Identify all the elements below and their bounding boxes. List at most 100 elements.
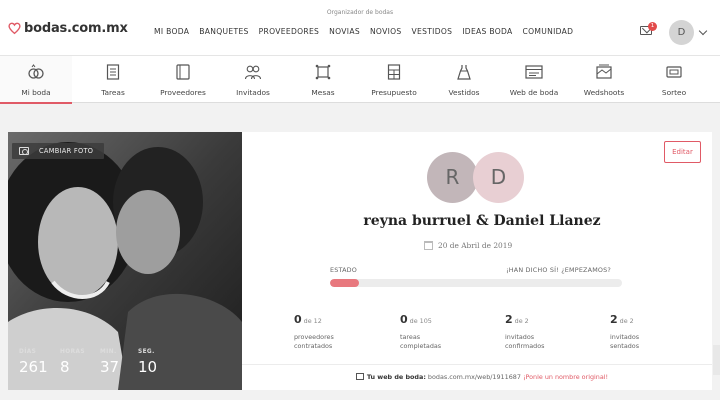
stat-desc: invitados [610, 333, 640, 341]
subnav-sorteo[interactable]: Sorteo [638, 56, 710, 103]
heart-logo-icon [8, 22, 21, 35]
subnav-label: Presupuesto [371, 88, 417, 97]
stat-desc: proveedores [294, 333, 334, 341]
countdown-minutes: MIN. 37 [100, 349, 119, 376]
stat-confirmados[interactable]: 2 de 2 invitados confirmados [505, 308, 585, 351]
initial-avatar-1: R [427, 152, 478, 203]
stat-desc: completadas [400, 342, 442, 350]
subnav-mesas[interactable]: Mesas [287, 56, 359, 103]
nav-novias[interactable]: NOVIAS [329, 27, 360, 36]
top-header: Organizador de bodas bodas.com.mx MI BOD… [0, 0, 720, 55]
subnav-presupuesto[interactable]: Presupuesto [358, 56, 430, 103]
countdown-hours: HORAS 8 [60, 349, 85, 376]
photos-icon [596, 64, 612, 79]
dress-icon [457, 65, 471, 80]
stat-desc: contratados [294, 342, 333, 350]
avatar[interactable]: D [669, 20, 694, 45]
table-icon [315, 64, 331, 80]
book-icon [176, 64, 190, 80]
countdown-value: 261 [19, 358, 48, 376]
stat-desc: confirmados [505, 342, 545, 350]
initial-avatar-2: D [473, 152, 524, 203]
checklist-icon [106, 64, 120, 80]
subnav-label: Mi boda [21, 88, 51, 97]
countdown-seconds: SEG. 10 [138, 349, 157, 376]
stat-value: 2 [505, 313, 513, 326]
countdown-days: DÍAS 261 [19, 349, 48, 376]
nav-mi-boda[interactable]: MI BODA [154, 27, 189, 36]
main-nav: MI BODA BANQUETES PROVEEDORES NOVIAS NOV… [154, 27, 583, 36]
status-label: ESTADO [330, 266, 358, 274]
subnav-label: Vestidos [448, 88, 480, 97]
web-label: Tu web de boda: [366, 373, 426, 381]
web-icon [525, 65, 543, 79]
stat-total: de 105 [409, 317, 432, 325]
divider [242, 364, 712, 365]
stat-sentados[interactable]: 2 de 2 invitados sentados [610, 308, 690, 351]
scrollbar[interactable] [713, 345, 720, 375]
progress-bar-fill [330, 279, 360, 287]
stat-total: de 2 [514, 317, 529, 325]
calendar-icon [424, 241, 433, 250]
stat-value: 0 [400, 313, 408, 326]
countdown-label: DÍAS [19, 349, 37, 355]
notification-badge: 1 [648, 22, 657, 31]
subnav-label: Sorteo [661, 88, 687, 97]
edit-button[interactable]: Editar [664, 141, 701, 163]
countdown-value: 10 [138, 358, 158, 376]
stat-desc: sentados [610, 342, 640, 350]
countdown-value: 37 [100, 358, 120, 376]
ticket-icon [666, 66, 682, 78]
subnav-wedshoots[interactable]: Wedshoots [568, 56, 640, 103]
stat-total: de 2 [619, 317, 634, 325]
nav-banquetes[interactable]: BANQUETES [199, 27, 248, 36]
stat-total: de 12 [303, 317, 322, 325]
logo-text: bodas.com.mx [24, 21, 128, 36]
chevron-down-icon[interactable] [698, 26, 708, 36]
stat-desc: tareas [400, 333, 421, 341]
change-photo-button[interactable]: CAMBIAR FOTO [12, 143, 104, 159]
stat-proveedores[interactable]: 0 de 12 proveedores contratados [294, 308, 374, 351]
web-name-cta[interactable]: ¡Ponle un nombre original! [523, 373, 608, 381]
nav-novios[interactable]: NOVIOS [370, 27, 402, 36]
countdown-label: SEG. [138, 349, 155, 355]
tagline: Organizador de bodas [326, 9, 394, 16]
nav-proveedores[interactable]: PROVEEDORES [259, 27, 320, 36]
web-icon [355, 373, 364, 380]
guests-icon [244, 65, 262, 80]
stat-tareas[interactable]: 0 de 105 tareas completadas [400, 308, 480, 351]
subnav-tareas[interactable]: Tareas [77, 56, 149, 103]
subnav-label: Mesas [311, 88, 335, 97]
subnav-vestidos[interactable]: Vestidos [428, 56, 500, 103]
subnav-label: Web de boda [509, 88, 559, 97]
countdown-label: HORAS [60, 349, 85, 355]
stat-value: 2 [610, 313, 618, 326]
stat-value: 0 [294, 313, 302, 326]
subnav-label: Invitados [236, 88, 270, 97]
nav-vestidos[interactable]: VESTIDOS [412, 27, 453, 36]
wedding-web-link: Tu web de boda: bodas.com.mx/web/1911687… [242, 373, 720, 381]
subnav-mi-boda[interactable]: Mi boda [0, 56, 72, 104]
subnav-label: Proveedores [160, 88, 206, 97]
logo[interactable]: bodas.com.mx [8, 21, 128, 36]
web-url[interactable]: bodas.com.mx/web/1911687 [428, 373, 521, 381]
wedding-date-row: 20 de Abril de 2019 [424, 241, 512, 250]
stat-desc: invitados [505, 333, 535, 341]
couple-names: reyna burruel & Daniel Llanez [363, 213, 601, 229]
nav-comunidad[interactable]: COMUNIDAD [523, 27, 574, 36]
wedding-date: 20 de Abril de 2019 [438, 241, 513, 250]
subnav-label: Tareas [101, 88, 125, 97]
countdown-label: MIN. [100, 349, 117, 355]
calculator-icon [387, 64, 401, 80]
subnav-proveedores[interactable]: Proveedores [147, 56, 219, 103]
nav-ideas-boda[interactable]: IDEAS BODA [462, 27, 512, 36]
camera-icon [19, 147, 29, 155]
subnav-invitados[interactable]: Invitados [217, 56, 289, 103]
status-stage: ¡HAN DICHO SÍ! ¿EMPEZAMOS? [506, 266, 611, 274]
subnav-label: Wedshoots [583, 88, 625, 97]
subnav-web-de-boda[interactable]: Web de boda [498, 56, 570, 103]
change-photo-label: CAMBIAR FOTO [39, 147, 94, 155]
sub-nav: Mi boda Tareas Proveedores Invitados Mes… [0, 55, 720, 104]
countdown-value: 8 [60, 358, 70, 376]
progress-bar [330, 279, 622, 287]
